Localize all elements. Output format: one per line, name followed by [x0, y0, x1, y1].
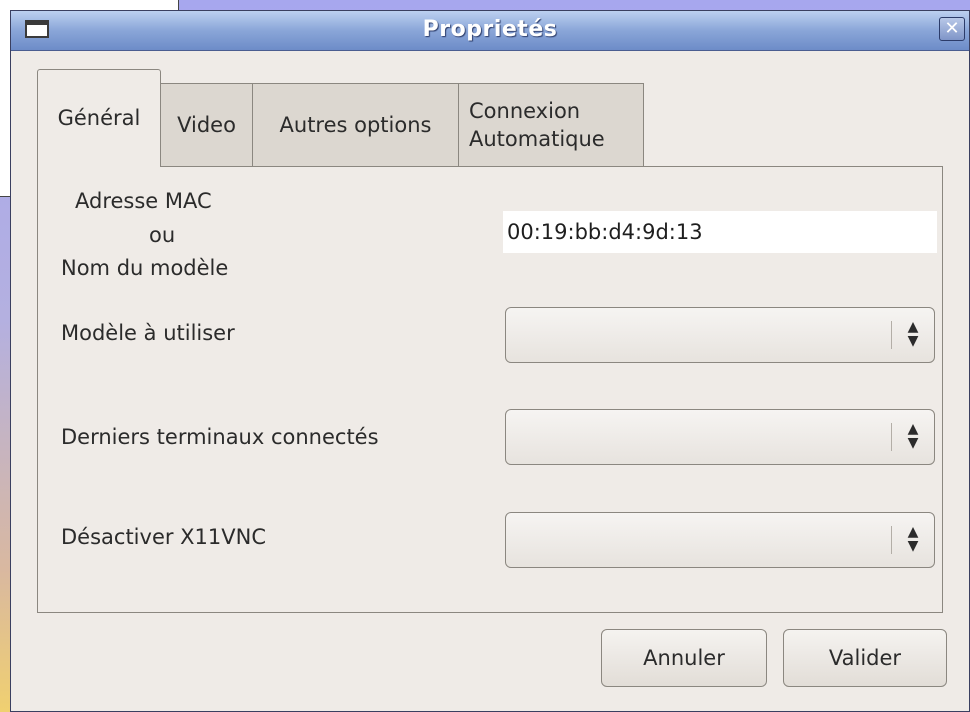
ok-button[interactable]: Valider — [783, 629, 947, 687]
combo-separator — [891, 526, 892, 554]
mac-label-line1: Adresse MAC — [75, 189, 212, 213]
tab-general[interactable]: Général — [37, 69, 161, 167]
combo-separator — [891, 423, 892, 451]
close-icon[interactable]: ✕ — [939, 17, 965, 41]
updown-arrows-icon: ▲ ▼ — [907, 421, 919, 451]
tab-connexion-label: Connexion Automatique — [469, 97, 605, 154]
tab-connexion-line1: Connexion — [469, 98, 581, 123]
mac-label: Adresse MAC ou Nom du modèle — [61, 185, 271, 286]
tab-video[interactable]: Video — [160, 83, 253, 167]
model-label: Modèle à utiliser — [61, 321, 235, 345]
disable-x11vnc-combo[interactable]: ▲ ▼ — [505, 512, 935, 568]
mac-label-line3: Nom du modèle — [61, 256, 229, 281]
cancel-button[interactable]: Annuler — [601, 629, 767, 687]
model-combo[interactable]: ▲ ▼ — [505, 307, 935, 363]
mac-address-input[interactable]: 00:19:bb:d4:9d:13 — [503, 211, 937, 253]
title-bar[interactable]: Proprietés ✕ — [11, 11, 969, 51]
last-terminals-combo[interactable]: ▲ ▼ — [505, 409, 935, 465]
tab-autres-options-label: Autres options — [279, 112, 432, 137]
tab-connexion-automatique[interactable]: Connexion Automatique — [458, 83, 644, 167]
tab-connexion-line2: Automatique — [469, 127, 605, 151]
tab-video-label: Video — [177, 112, 236, 137]
window-title: Proprietés — [422, 17, 558, 42]
properties-dialog: Proprietés ✕ Général Video Autres option… — [10, 10, 970, 712]
mac-label-line2: ou — [149, 222, 176, 247]
tab-general-label: Général — [57, 106, 141, 131]
updown-arrows-icon: ▲ ▼ — [907, 524, 919, 554]
tab-autres-options[interactable]: Autres options — [252, 83, 459, 167]
combo-separator — [891, 321, 892, 349]
last-terminals-label: Derniers terminaux connectés — [61, 425, 379, 449]
disable-x11vnc-label: Désactiver X11VNC — [61, 525, 267, 549]
updown-arrows-icon: ▲ ▼ — [907, 319, 919, 349]
